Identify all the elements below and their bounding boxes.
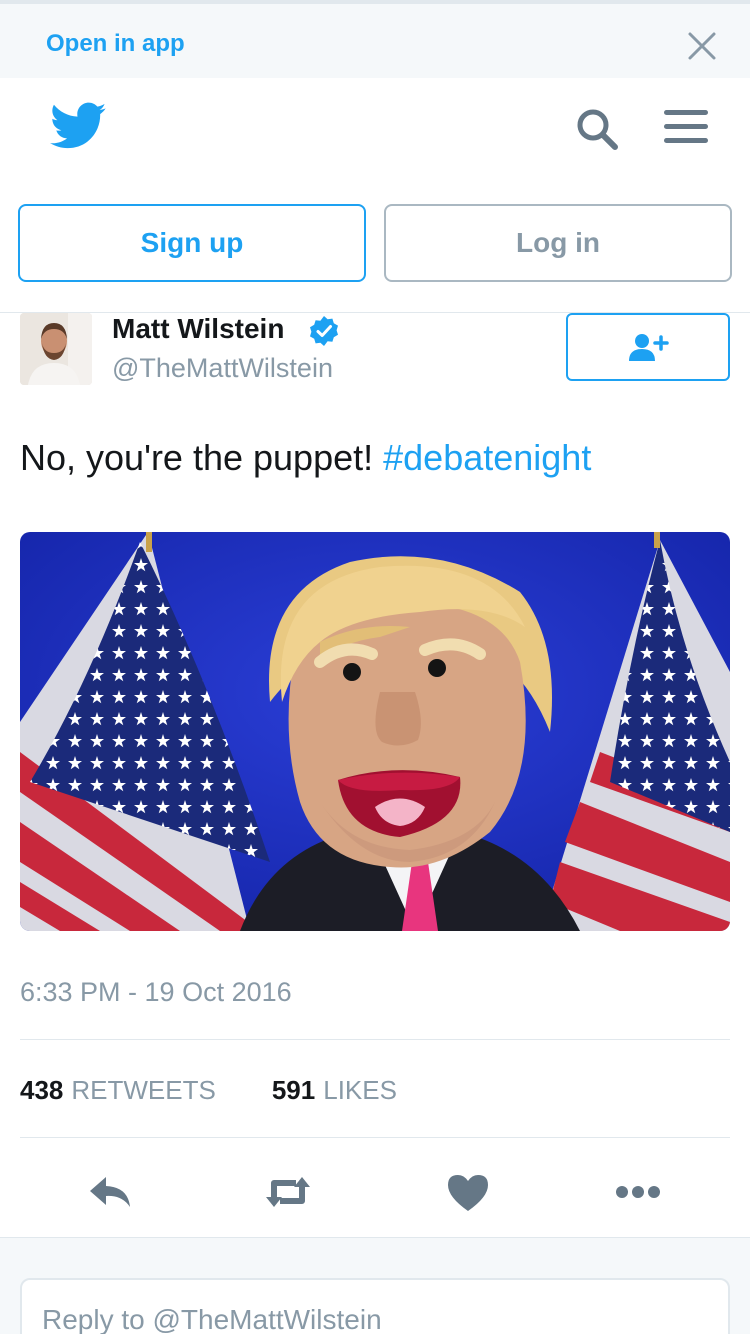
reply-icon[interactable] — [86, 1171, 134, 1213]
reply-input[interactable]: Reply to @TheMattWilstein — [20, 1278, 730, 1334]
open-in-app-link[interactable]: Open in app — [46, 30, 185, 58]
author-name[interactable]: Matt Wilstein — [112, 313, 284, 345]
retweets-stat[interactable]: 438 RETWEETS — [20, 1075, 216, 1106]
twitter-bird-icon[interactable] — [50, 102, 106, 150]
follow-icon — [629, 334, 669, 361]
tweet-body: No, you're the puppet! — [20, 437, 384, 478]
log-in-button[interactable]: Log in — [384, 204, 732, 282]
retweets-label: RETWEETS — [71, 1075, 216, 1105]
menu-icon[interactable] — [662, 106, 710, 148]
retweet-icon[interactable] — [262, 1171, 314, 1213]
likes-label: LIKES — [323, 1075, 397, 1105]
reply-placeholder: Reply to @TheMattWilstein — [42, 1304, 382, 1334]
tweet-card: Matt Wilstein @TheMattWilstein No, you'r… — [0, 312, 750, 1238]
puppet-photo — [20, 532, 730, 931]
tweet-stats: 438 RETWEETS 591 LIKES — [20, 1075, 453, 1106]
more-icon[interactable] — [614, 1171, 662, 1213]
retweets-count: 438 — [20, 1075, 64, 1105]
avatar[interactable] — [20, 313, 92, 385]
close-icon[interactable] — [684, 28, 720, 64]
hashtag-link[interactable]: #debatenight — [383, 437, 591, 478]
search-icon[interactable] — [574, 106, 620, 152]
tweet-timestamp[interactable]: 6:33 PM - 19 Oct 2016 — [20, 977, 292, 1008]
follow-button[interactable] — [566, 313, 730, 381]
divider — [20, 1039, 730, 1040]
verified-icon — [310, 316, 338, 346]
tweet-text: No, you're the puppet! #debatenight — [20, 437, 591, 479]
likes-count: 591 — [271, 1075, 316, 1105]
tweet-image[interactable] — [20, 532, 730, 931]
author-handle[interactable]: @TheMattWilstein — [112, 353, 333, 384]
top-bar: Sign up Log in — [0, 78, 750, 312]
likes-stat[interactable]: 591 LIKES — [272, 1075, 397, 1106]
sign-up-button[interactable]: Sign up — [18, 204, 366, 282]
app-banner: Open in app — [0, 0, 750, 78]
divider — [20, 1137, 730, 1138]
heart-icon[interactable] — [444, 1171, 492, 1213]
avatar-image — [20, 313, 92, 385]
